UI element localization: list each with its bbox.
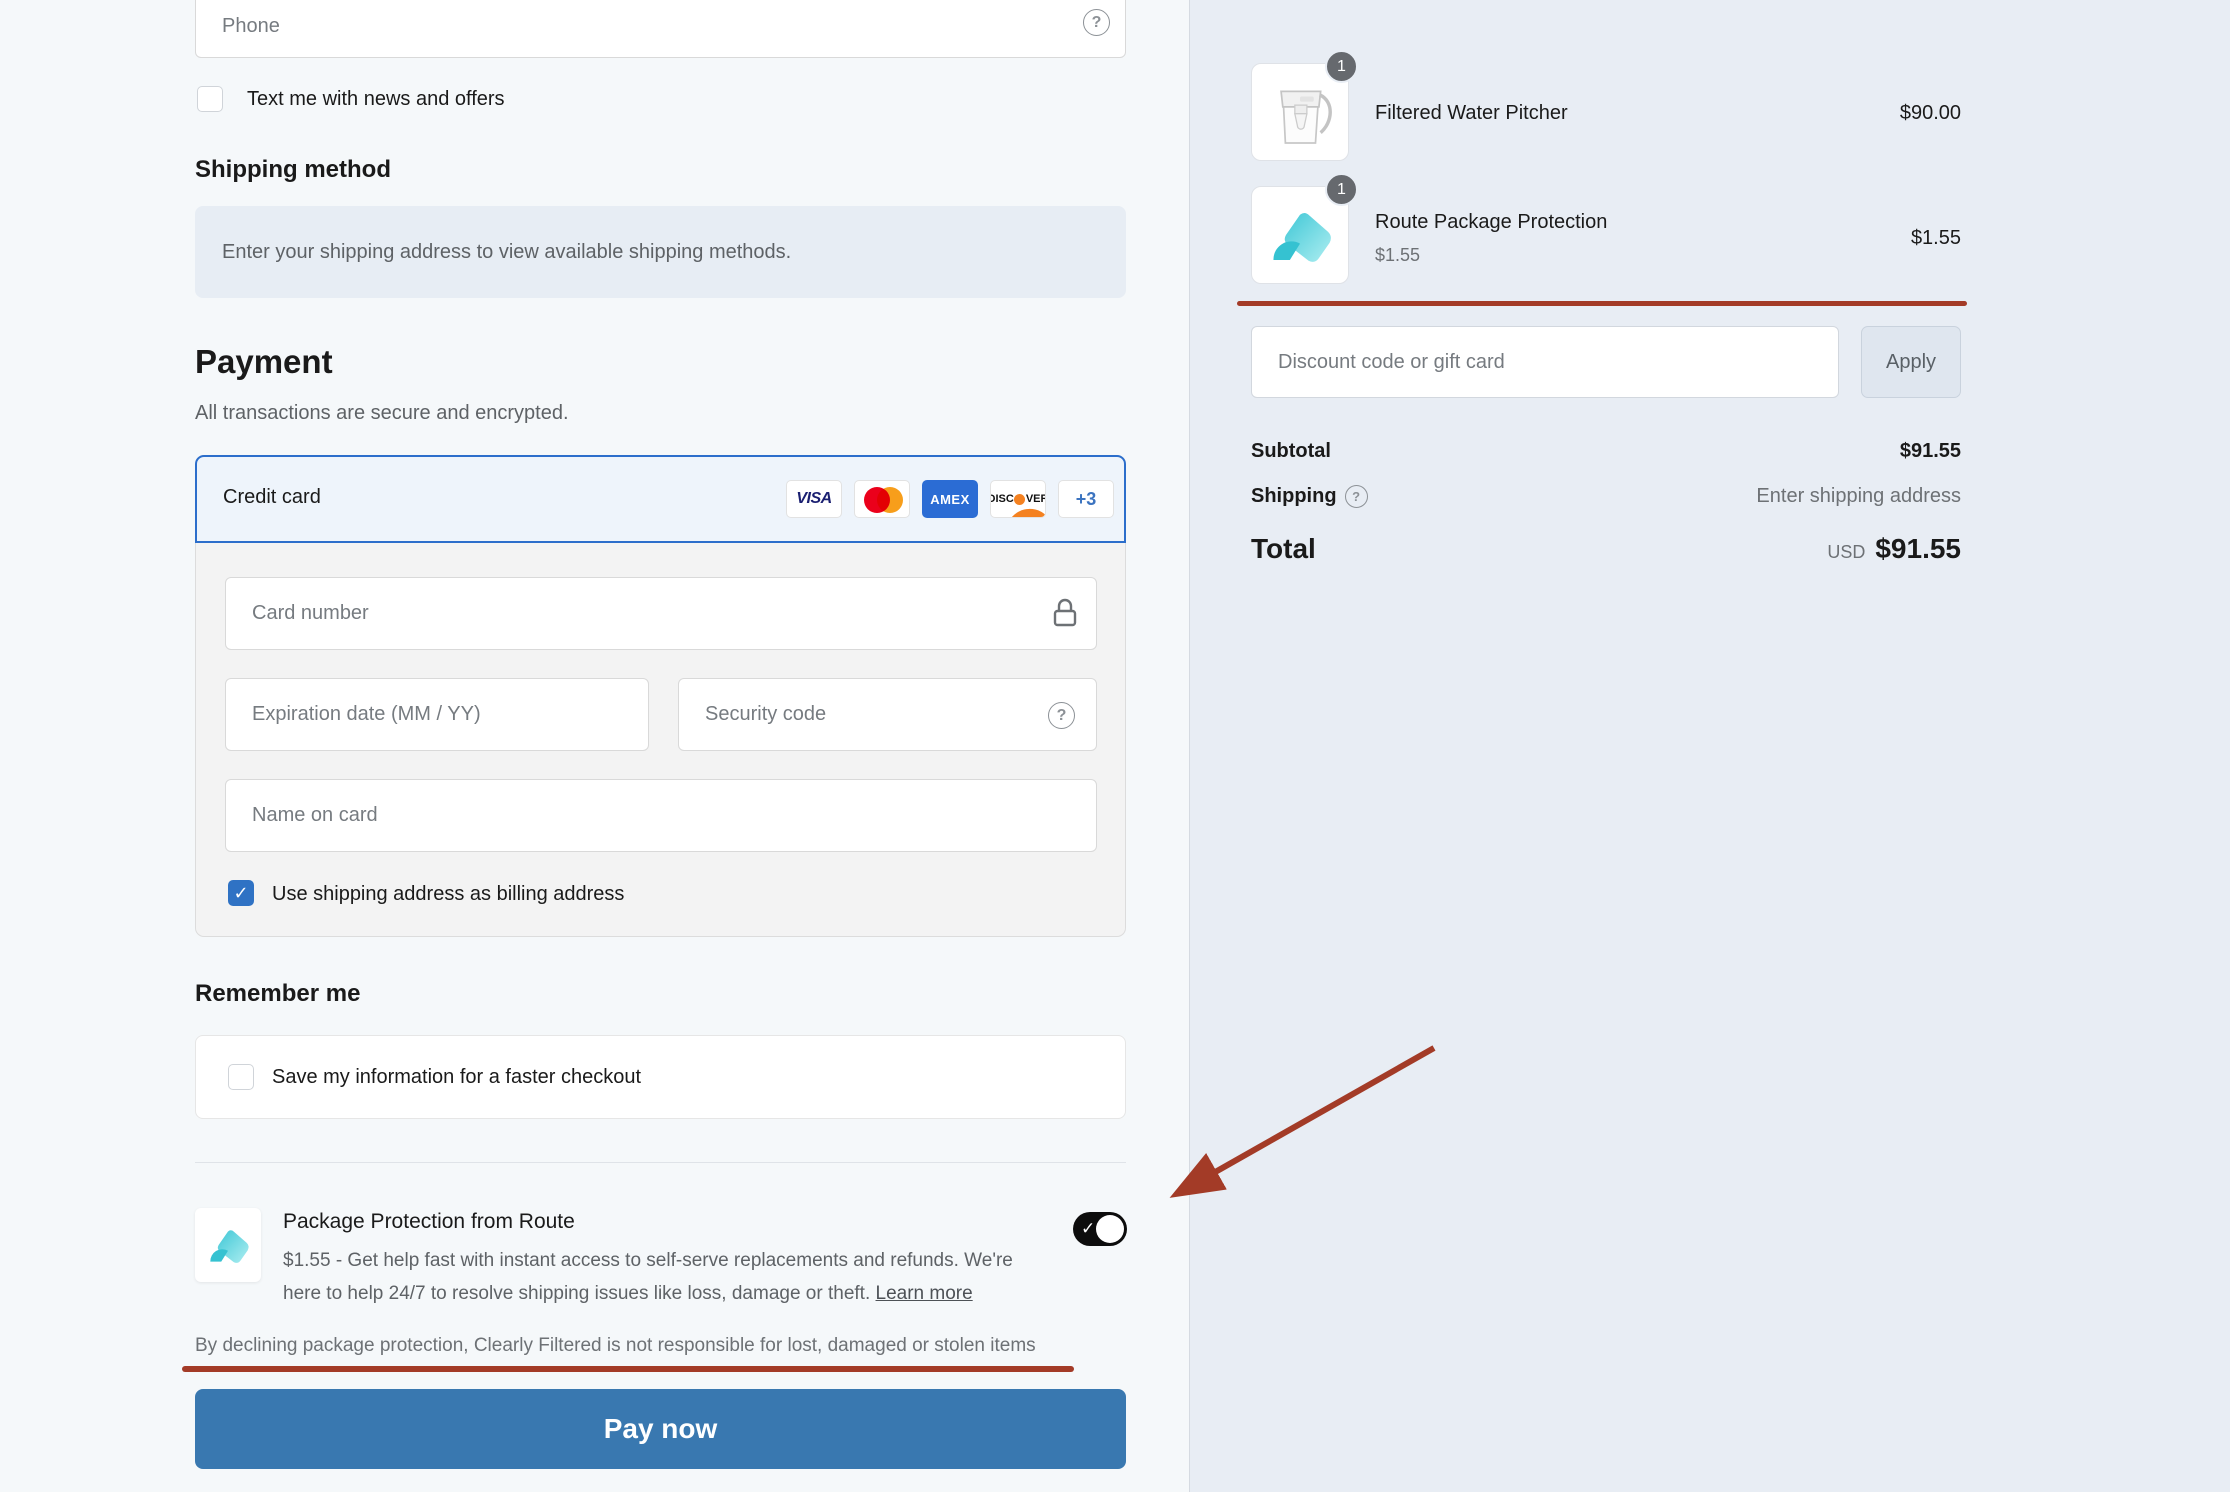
shipping-value: Enter shipping address: [1756, 485, 1961, 507]
amex-icon: AMEX: [922, 480, 978, 518]
annotation-underline-items: [1237, 301, 1967, 306]
item-unit-price: $1.55: [1375, 245, 1421, 265]
more-cards-badge[interactable]: +3: [1058, 480, 1114, 518]
water-pitcher-image: [1280, 90, 1332, 144]
route-logo-image: [1273, 212, 1331, 262]
item-name: Route Package Protection: [1375, 211, 1608, 233]
discount-code-input[interactable]: [1252, 327, 1838, 397]
shipping-method-heading: Shipping method: [195, 156, 391, 183]
item-price: $1.55: [1910, 227, 1961, 249]
shipping-help-icon[interactable]: ?: [1344, 485, 1368, 508]
item-qty-badge: 1: [1325, 50, 1358, 83]
lock-icon: [1053, 598, 1077, 627]
save-info-checkbox[interactable]: [228, 1064, 254, 1090]
payment-subheading: All transactions are secure and encrypte…: [195, 402, 569, 424]
item-name: Filtered Water Pitcher: [1375, 102, 1568, 124]
total-label: Total: [1251, 533, 1316, 564]
discount-code-field[interactable]: [1251, 326, 1839, 398]
total-value: $91.55: [1875, 533, 1961, 564]
item-qty-badge: 1: [1325, 173, 1358, 206]
security-code-input[interactable]: [679, 679, 1096, 750]
security-code-help-icon[interactable]: ?: [1048, 702, 1075, 729]
name-on-card-input[interactable]: [226, 780, 1096, 851]
security-code-field[interactable]: [678, 678, 1097, 751]
credit-card-option[interactable]: Credit card VISA AMEX DISCVER +3: [195, 455, 1126, 543]
card-number-input[interactable]: [226, 578, 1096, 649]
route-description: $1.55 - Get help fast with instant acces…: [283, 1250, 1013, 1304]
checkout-page: ? Text me with news and offers Shipping …: [0, 0, 2230, 1492]
discover-icon: DISCVER: [990, 480, 1046, 518]
currency-code: USD: [1827, 542, 1866, 562]
shipping-method-notice: Enter your shipping address to view avai…: [195, 206, 1126, 298]
visa-icon: VISA: [786, 480, 842, 518]
route-logo-tile: [195, 1208, 261, 1282]
mastercard-icon: [854, 480, 910, 518]
toggle-knob: [1096, 1215, 1124, 1243]
annotation-underline-decline: [182, 1366, 1074, 1372]
card-number-field[interactable]: [225, 577, 1097, 650]
section-divider: [195, 1162, 1126, 1163]
subtotal-value: $91.55: [1899, 440, 1961, 462]
name-on-card-field[interactable]: [225, 779, 1097, 852]
apply-button[interactable]: Apply: [1861, 326, 1961, 398]
route-logo-icon: [210, 1230, 249, 1263]
expiration-field[interactable]: [225, 678, 649, 751]
sms-optin-label: Text me with news and offers: [247, 88, 505, 110]
phone-field[interactable]: [195, 0, 1126, 58]
subtotal-label: Subtotal: [1251, 440, 1331, 462]
toggle-check-icon: ✓: [1081, 1219, 1096, 1238]
save-info-label: Save my information for a faster checkou…: [272, 1066, 642, 1088]
learn-more-link[interactable]: Learn more: [876, 1283, 973, 1304]
item-price: $90.00: [1899, 102, 1961, 124]
expiration-input[interactable]: [226, 679, 648, 750]
route-protection-toggle[interactable]: ✓: [1073, 1212, 1127, 1246]
route-title: Package Protection from Route: [283, 1210, 575, 1233]
remember-me-heading: Remember me: [195, 980, 361, 1007]
shipping-label: Shipping ?: [1251, 485, 1368, 508]
sms-optin-checkbox[interactable]: [197, 86, 223, 112]
payment-heading: Payment: [195, 343, 333, 380]
pay-now-button[interactable]: Pay now: [195, 1389, 1126, 1469]
billing-address-checkbox[interactable]: ✓: [228, 880, 254, 906]
total-value-row: USD $91.55: [1561, 533, 1961, 565]
decline-note: By declining package protection, Clearly…: [195, 1335, 1036, 1356]
billing-address-label: Use shipping address as billing address: [272, 883, 625, 905]
phone-input[interactable]: [196, 0, 1125, 57]
credit-card-label: Credit card: [223, 486, 321, 508]
phone-help-icon[interactable]: ?: [1083, 9, 1110, 36]
